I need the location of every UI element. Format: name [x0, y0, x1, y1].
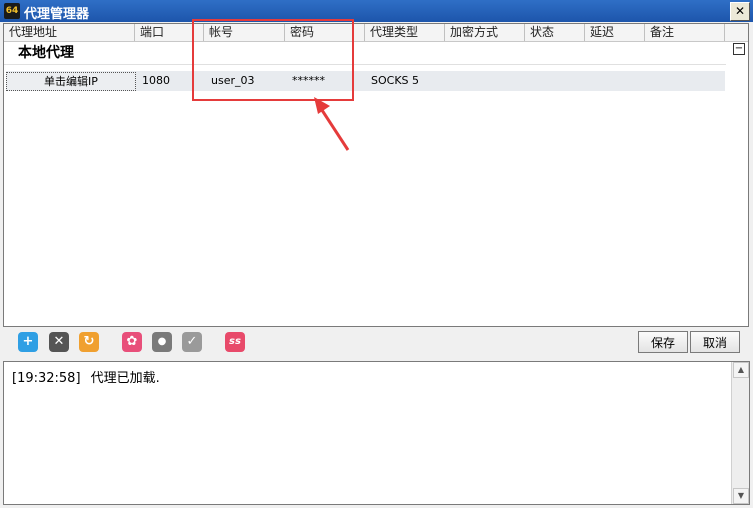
log-scrollbar[interactable]: ▲ ▼: [731, 362, 749, 504]
log-timestamp: [19:32:58]: [12, 371, 81, 386]
group-divider: [4, 64, 726, 65]
ss-icon[interactable]: ss: [225, 332, 245, 352]
port-cell: 1080: [142, 74, 170, 87]
edit-ip-button[interactable]: 单击编辑IP: [6, 72, 136, 91]
log-entry: [19:32:58] 代理已加载.: [12, 367, 160, 386]
column-header-note[interactable]: 备注: [645, 24, 725, 41]
app-icon: 64: [4, 3, 20, 19]
account-cell: user_03: [211, 74, 255, 87]
scroll-up-icon[interactable]: ▲: [733, 362, 749, 378]
title-bar: 64 代理管理器 ✕: [0, 0, 753, 22]
column-header-latency[interactable]: 延迟: [585, 24, 645, 41]
proxy-list: 代理地址 端口 帐号 密码 代理类型 加密方式 状态 延迟 备注 本地代理 − …: [3, 23, 749, 327]
column-header-account[interactable]: 帐号: [204, 24, 285, 41]
annotation-arrow-icon: [314, 97, 350, 151]
close-button[interactable]: ✕: [730, 2, 750, 21]
column-header-port[interactable]: 端口: [135, 24, 204, 41]
save-button[interactable]: 保存: [638, 331, 688, 353]
add-icon[interactable]: +: [18, 332, 38, 352]
log-panel[interactable]: [19:32:58] 代理已加载. ▲ ▼: [3, 361, 750, 505]
column-header-password[interactable]: 密码: [285, 24, 365, 41]
type-cell: SOCKS 5: [371, 74, 420, 87]
delete-icon[interactable]: ✕: [49, 332, 69, 352]
column-header-status[interactable]: 状态: [525, 24, 585, 41]
cancel-button[interactable]: 取消: [690, 331, 740, 353]
column-header-type[interactable]: 代理类型: [365, 24, 445, 41]
column-header-encryption[interactable]: 加密方式: [445, 24, 525, 41]
bulb-icon[interactable]: ●: [152, 332, 172, 352]
column-header-address[interactable]: 代理地址: [4, 24, 135, 41]
group-title: 本地代理: [18, 45, 74, 61]
check-icon[interactable]: ✓: [182, 332, 202, 352]
group-collapse-button[interactable]: −: [733, 43, 745, 55]
column-header-row: 代理地址 端口 帐号 密码 代理类型 加密方式 状态 延迟 备注: [4, 24, 748, 42]
settings-icon[interactable]: ✿: [122, 332, 142, 352]
toolbar: + ✕ ↻ ✿ ● ✓ ss 保存 取消: [3, 327, 750, 359]
window-title: 代理管理器: [24, 7, 90, 22]
refresh-icon[interactable]: ↻: [79, 332, 99, 352]
log-message: 代理已加载.: [90, 371, 160, 386]
scroll-down-icon[interactable]: ▼: [733, 488, 749, 504]
